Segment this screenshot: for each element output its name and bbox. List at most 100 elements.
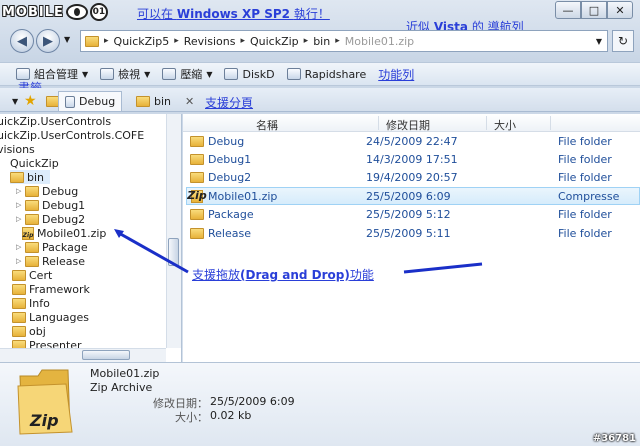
- folder-icon: [25, 213, 39, 225]
- file-row[interactable]: Debug2 19/4/2009 20:57 File folder: [186, 169, 640, 187]
- window-controls: — □ ✕: [555, 1, 633, 19]
- chevron-down-icon: ▼: [144, 69, 151, 79]
- expand-icon[interactable]: ▷: [16, 257, 22, 265]
- file-row-selected[interactable]: Zip Mobile01.zip 25/5/2009 6:09 Compress…: [186, 187, 640, 205]
- tree-label: Release: [42, 254, 85, 268]
- tree-label: Cert: [29, 268, 53, 282]
- logo-badge: 01: [89, 3, 108, 21]
- large-zip-label: Zip: [29, 411, 59, 430]
- tree-label: Package: [42, 240, 88, 254]
- folder-icon: [190, 209, 204, 220]
- tree-label: uickZip.UserControls: [0, 114, 112, 128]
- column-divider[interactable]: [550, 116, 551, 130]
- tree-item[interactable]: ▷ Release: [16, 254, 85, 268]
- column-header-size[interactable]: 大小: [494, 117, 516, 133]
- tree-label: Mobile01.zip: [37, 226, 107, 240]
- tree-label: Info: [29, 296, 50, 310]
- tree-item[interactable]: uickZip.UserControls.COFE: [0, 128, 144, 142]
- address-bar[interactable]: ▸ QuickZip5 ▸ Revisions ▸ QuickZip ▸ bin…: [80, 30, 608, 52]
- tree-vertical-scrollbar[interactable]: [166, 114, 181, 348]
- folder-icon: [190, 154, 204, 165]
- file-row[interactable]: Release 25/5/2009 5:11 File folder: [186, 225, 640, 243]
- breadcrumb-current[interactable]: Mobile01.zip: [341, 31, 418, 51]
- tab-debug[interactable]: Debug: [58, 91, 123, 111]
- details-filename: Mobile01.zip: [90, 367, 160, 380]
- maximize-button[interactable]: □: [581, 1, 607, 19]
- close-tab-icon[interactable]: ✕: [185, 95, 194, 108]
- refresh-icon: ↻: [617, 34, 629, 48]
- file-name: Release: [208, 227, 251, 240]
- logo-eye-icon: [65, 4, 88, 20]
- folder-icon: [190, 172, 204, 183]
- tabs-note: 支援分頁: [205, 96, 254, 110]
- tree-item[interactable]: uickZip.UserControls: [0, 114, 111, 128]
- tree-item[interactable]: Framework: [12, 282, 90, 296]
- column-header-name[interactable]: 名稱: [256, 117, 278, 133]
- tree-item[interactable]: ▷ Package: [16, 240, 88, 254]
- star-bookmark-icon[interactable]: ★: [24, 93, 37, 109]
- folder-icon: [136, 95, 150, 107]
- folder-icon: [10, 171, 24, 183]
- bookmark-dropdown-icon[interactable]: ▼: [12, 97, 18, 106]
- breadcrumb-item[interactable]: bin: [309, 31, 334, 51]
- history-dropdown-icon[interactable]: ▼: [64, 35, 70, 44]
- tree-label: QuickZip: [10, 156, 59, 170]
- breadcrumb-item[interactable]: Revisions: [180, 31, 240, 51]
- file-name: Debug1: [208, 153, 252, 166]
- file-type: File folder: [558, 208, 612, 221]
- tree-item[interactable]: Info: [12, 296, 50, 310]
- details-filetype: Zip Archive: [90, 381, 153, 394]
- tree-item[interactable]: Zip Mobile01.zip: [22, 226, 106, 240]
- close-button[interactable]: ✕: [607, 1, 633, 19]
- expand-icon[interactable]: ▷: [16, 201, 22, 209]
- address-dropdown-icon[interactable]: ▼: [596, 37, 602, 46]
- file-type: File folder: [558, 171, 612, 184]
- tree-item[interactable]: obj: [12, 324, 46, 338]
- tree-label: uickZip.UserControls.COFE: [0, 128, 145, 142]
- expand-icon[interactable]: ▷: [16, 243, 22, 251]
- file-date: 19/4/2009 20:57: [366, 171, 458, 184]
- dnd-note-prefix: 支援拖放: [192, 268, 241, 282]
- tree-item[interactable]: ▷ Debug: [16, 184, 78, 198]
- views-icon: [100, 68, 115, 80]
- column-header-modified[interactable]: 修改日期: [386, 117, 430, 133]
- expand-icon[interactable]: ▷: [16, 187, 22, 195]
- compress-button[interactable]: 壓縮 ▼: [156, 64, 218, 84]
- tree-label: Debug1: [42, 198, 86, 212]
- file-name: Package: [208, 208, 254, 221]
- file-row[interactable]: Debug 24/5/2009 22:47 File folder: [186, 133, 640, 151]
- file-row[interactable]: Debug1 14/3/2009 17:51 File folder: [186, 151, 640, 169]
- folder-icon: [12, 297, 26, 309]
- tree-item[interactable]: QuickZip: [10, 156, 59, 170]
- forward-button[interactable]: ▶: [36, 29, 60, 53]
- tree-item-selected[interactable]: bin: [10, 170, 51, 184]
- tree-item[interactable]: Cert: [12, 268, 52, 282]
- back-arrow-icon: ◀: [17, 33, 27, 49]
- tree-label: Debug2: [42, 212, 86, 226]
- dnd-note-bold: (Drag and Drop): [240, 268, 350, 282]
- refresh-button[interactable]: ↻: [612, 30, 634, 52]
- details-size-label: 大小：: [175, 411, 208, 424]
- back-button[interactable]: ◀: [10, 29, 34, 53]
- tab-bin[interactable]: bin ✕: [130, 91, 200, 111]
- tree-item[interactable]: ▷ Debug1: [16, 198, 85, 212]
- compress-icon: [162, 68, 177, 80]
- breadcrumb-item[interactable]: QuickZip5: [110, 31, 174, 51]
- file-row[interactable]: Package 25/5/2009 5:12 File folder: [186, 206, 640, 224]
- disk-icon: [224, 68, 239, 80]
- column-divider[interactable]: [378, 116, 379, 130]
- tree-item[interactable]: Languages: [12, 310, 89, 324]
- logo-text: MOBILE: [2, 4, 64, 20]
- tree-vertical-scroll-thumb[interactable]: [168, 238, 179, 266]
- tree-item[interactable]: ▷ Debug2: [16, 212, 85, 226]
- breadcrumb-item[interactable]: QuickZip: [246, 31, 303, 51]
- tree-item[interactable]: visions: [0, 142, 35, 156]
- minimize-button[interactable]: —: [555, 1, 581, 19]
- tree-horizontal-scroll-thumb[interactable]: [82, 350, 130, 360]
- column-divider[interactable]: [486, 116, 487, 130]
- expand-icon[interactable]: ▷: [16, 215, 22, 223]
- views-button[interactable]: 檢視 ▼: [94, 64, 156, 84]
- diskd-button[interactable]: DiskD: [218, 64, 280, 84]
- rapidshare-button[interactable]: Rapidshare: [281, 64, 373, 84]
- tree-label: Languages: [29, 310, 90, 324]
